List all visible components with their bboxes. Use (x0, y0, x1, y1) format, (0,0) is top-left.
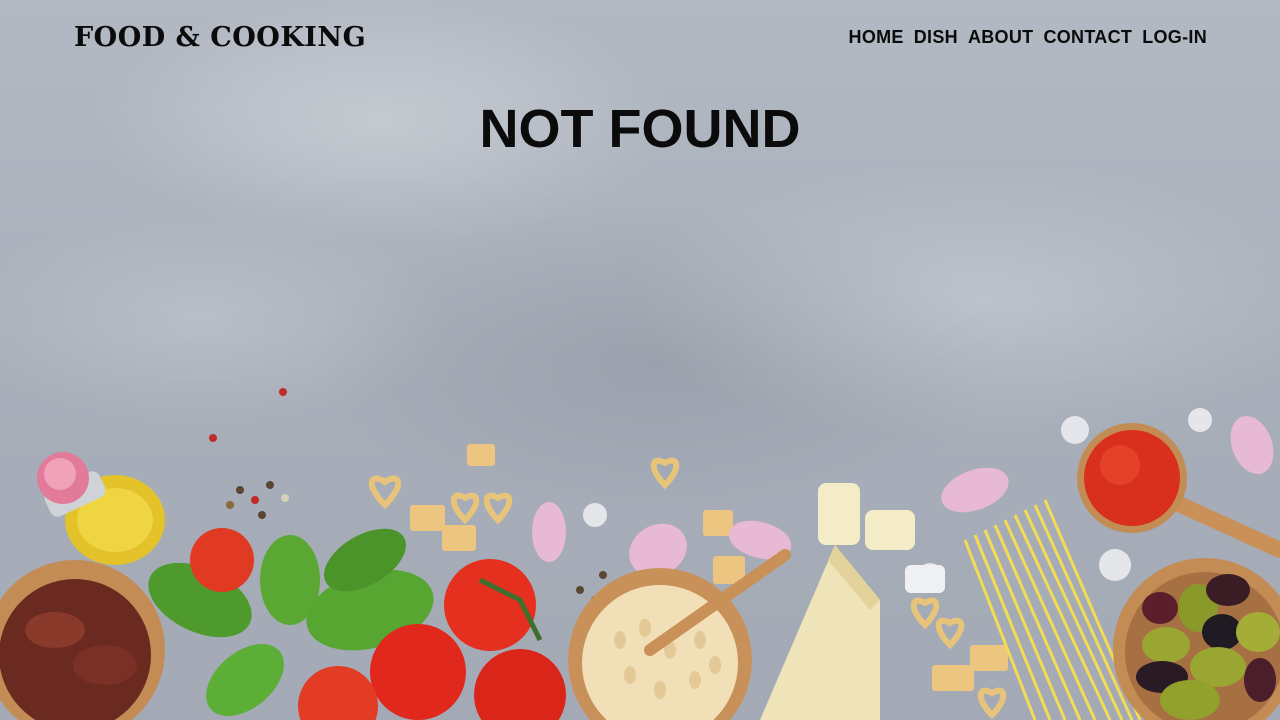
nav-home-link[interactable]: HOME (849, 27, 904, 48)
oil-bottle-illustration (37, 452, 165, 565)
nav-contact-link[interactable]: CONTACT (1043, 27, 1132, 48)
spaghetti-illustration (963, 499, 1142, 720)
pine-nuts-bowl-illustration (568, 549, 791, 720)
page-title: NOT FOUND (479, 99, 801, 159)
nav-about-link[interactable]: ABOUT (968, 27, 1034, 48)
nav-dish-link[interactable]: DISH (914, 27, 958, 48)
main-nav: HOME DISH ABOUT CONTACT LOG-IN (849, 27, 1207, 48)
site-logo[interactable]: FOOD & COOKING (74, 22, 366, 53)
site-header: FOOD & COOKING HOME DISH ABOUT CONTACT L… (0, 0, 1280, 80)
nav-login-link[interactable]: LOG-IN (1142, 27, 1207, 48)
dried-tomatoes-bowl-illustration (0, 560, 165, 720)
olives-bowl-illustration (1113, 558, 1280, 720)
